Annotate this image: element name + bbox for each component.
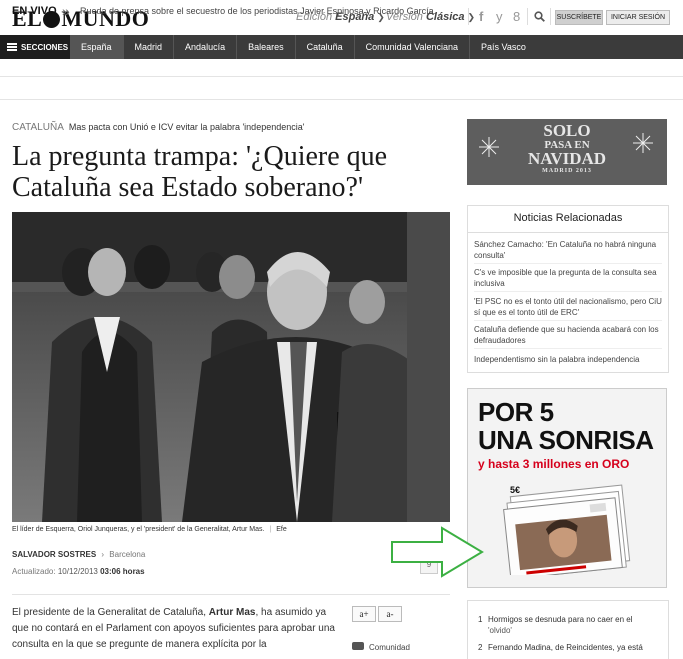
nav-item-pais-vasco[interactable]: País Vasco [470,35,537,59]
article-headline: La pregunta trampa: '¿Quiere que Cataluñ… [12,141,388,203]
article-kicker: CATALUÑA Mas pacta con Unió e ICV evitar … [12,122,304,133]
related-item[interactable]: Sánchez Camacho: 'En Cataluña no habrá n… [474,239,662,261]
location-label: Barcelona [109,550,146,559]
divider [474,320,662,321]
caption-credit: Efe [276,526,287,533]
live-label: EN VIVO [12,5,57,17]
font-decrease-button[interactable]: a- [378,606,402,622]
live-bar [0,76,683,100]
live-headline-link[interactable]: Rueda de prensa sobre el secuestro de lo… [80,6,436,16]
most-read-item[interactable]: 2 Fernando Madina, de Reincidentes, ya es… [478,643,664,653]
ad-banner-lottery[interactable]: POR 5 UNA SONRISA y hasta 3 millones en … [467,388,667,588]
divider [474,263,662,264]
community-label: Comunidad [369,643,410,652]
updated-label: Actualizado: [12,567,56,576]
nav-item-andalucia[interactable]: Andalucía [174,35,238,59]
arrow-annotation-icon [391,526,484,578]
most-read-title: Fernando Madina, de Reincidentes, ya est… [488,643,643,652]
ad-headline-2: UNA SONRISA [478,425,654,455]
updated-date: 10/12/2013 [57,567,98,576]
login-button[interactable]: INICIAR SESIÓN [606,10,670,25]
divider [474,348,662,349]
divider [12,594,450,595]
facebook-icon[interactable]: f [479,9,483,24]
most-read-title: Hormigos se desnuda para no caer en el [488,615,633,624]
section-label[interactable]: CATALUÑA [12,122,64,133]
divider [474,291,662,292]
lottery-tickets-image [503,484,631,575]
most-read-item[interactable]: 1 Hormigos se desnuda para no caer en el [478,615,664,625]
community-link[interactable]: Comunidad [352,642,410,652]
nav-item-baleares[interactable]: Baleares [237,35,296,59]
most-read-item-cont: 'olvido' [478,626,664,636]
ad-banner-navidad[interactable]: SOLO PASA EN NAVIDAD MADRID 2013 [467,119,667,185]
double-chevron-icon: » [62,3,70,19]
rank-number: 1 [478,615,483,624]
rank-number: 2 [478,643,483,652]
divider [527,8,528,25]
twitter-icon[interactable]: y [496,9,503,24]
googleplus-icon[interactable]: 8 [513,9,520,24]
related-item[interactable]: Cataluña defiende que su hacienda acabar… [474,324,662,346]
caption-text: El líder de Esquerra, Oriol Junqueras, y… [12,526,265,533]
divider [468,232,668,233]
most-read-box: 1 Hormigos se desnuda para no caer en el … [467,600,669,659]
article-photo[interactable] [12,212,450,522]
search-icon[interactable] [534,11,545,22]
hamburger-icon [7,43,17,51]
ad-headline-1: POR 5 [478,397,554,427]
subscribe-button[interactable]: SUSCRÍBETE [555,10,603,25]
byline: SALVADOR SOSTRES › Barcelona [12,550,146,559]
related-item[interactable]: Independentismo sin la palabra independe… [474,354,662,365]
body-text: El presidente de la Generalitat de Catal… [12,607,209,618]
kicker-link[interactable]: Mas pacta con Unió e ICV evitar la palab… [69,122,305,132]
author-link[interactable]: SALVADOR SOSTRES [12,550,96,559]
photo-caption: El líder de Esquerra, Oriol Junqueras, y… [12,526,287,533]
related-item[interactable]: 'El PSC no es el tonto útil del nacional… [474,296,662,318]
most-read-subtitle: 'olvido' [488,626,512,635]
ad-line-4: MADRID 2013 [542,168,592,174]
section-nav: SECCIONES España Madrid Andalucía Balear… [0,35,683,59]
updated-time: 03:06 horas [100,567,145,576]
nav-item-comunidad-valenciana[interactable]: Comunidad Valenciana [355,35,471,59]
updated-timestamp: Actualizado: 10/12/2013 03:06 horas [12,567,145,576]
body-bold: Artur Mas [208,607,256,618]
nav-item-madrid[interactable]: Madrid [124,35,175,59]
ad-line-1: SOLO [543,121,591,140]
related-title: Noticias Relacionadas [513,212,623,224]
nav-item-espana[interactable]: España [70,35,124,59]
people-icon [352,642,364,650]
font-increase-button[interactable]: a+ [352,606,376,622]
ticket-price: 5€ [510,485,521,495]
divider [468,8,469,25]
related-item[interactable]: C's ve imposible que la pregunta de la c… [474,267,662,289]
ad-line-3: NAVIDAD [527,149,607,168]
sections-label: SECCIONES [21,42,69,52]
sections-menu-button[interactable]: SECCIONES [0,35,70,59]
related-news-box: Noticias Relacionadas Sánchez Camacho: '… [467,205,669,373]
ad-subline: y hasta 3 millones en ORO [478,457,630,471]
divider [550,8,551,25]
article-body: El presidente de la Generalitat de Catal… [12,605,342,653]
nav-item-cataluna[interactable]: Cataluña [296,35,355,59]
